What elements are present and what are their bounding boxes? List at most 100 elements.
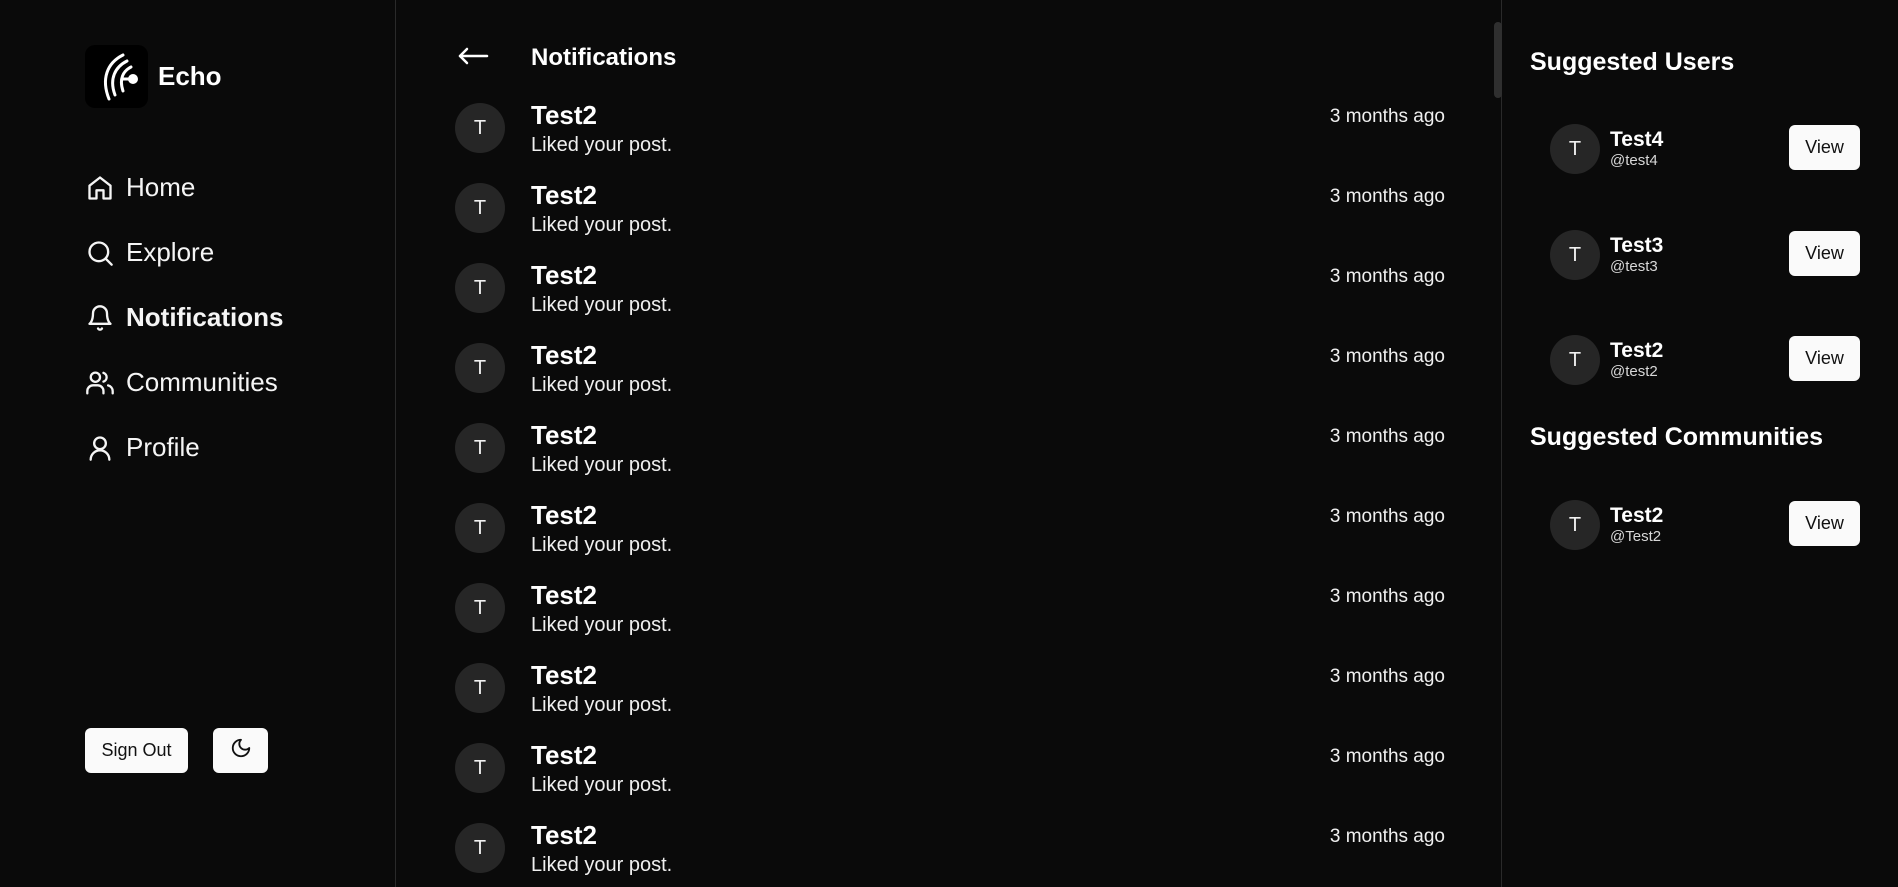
sidebar-footer: Sign Out	[85, 728, 268, 773]
brand[interactable]: Echo	[85, 45, 222, 108]
nav-item-explore[interactable]: Explore	[85, 220, 283, 285]
notification-item[interactable]: T Test2 Liked your post. 3 months ago	[455, 180, 1445, 260]
avatar: T	[455, 343, 505, 393]
echo-logo-icon	[85, 45, 148, 108]
nav-label-explore: Explore	[126, 237, 215, 267]
notification-user-name: Test2	[531, 820, 597, 850]
view-community-button[interactable]: View	[1789, 501, 1860, 546]
notification-time: 3 months ago	[1329, 666, 1445, 687]
suggested-community-name: Test2	[1610, 504, 1664, 527]
avatar: T	[1550, 335, 1600, 385]
notification-list: T Test2 Liked your post. 3 months ago T …	[455, 100, 1445, 887]
notification-text: Liked your post.	[531, 614, 673, 636]
avatar: T	[455, 103, 505, 153]
nav-item-communities[interactable]: Communities	[85, 350, 283, 415]
notification-time: 3 months ago	[1329, 426, 1445, 447]
notification-body: Test2 Liked your post.	[531, 580, 672, 660]
view-user-button[interactable]: View	[1789, 231, 1860, 276]
sign-out-button[interactable]: Sign Out	[85, 728, 188, 773]
nav-label-notifications: Notifications	[126, 302, 284, 332]
avatar: T	[455, 503, 505, 553]
notification-user-name: Test2	[531, 260, 597, 290]
page-title: Notifications	[531, 44, 677, 71]
avatar: T	[1550, 230, 1600, 280]
notification-text: Liked your post.	[531, 134, 673, 156]
notification-text: Liked your post.	[531, 214, 673, 236]
notification-item[interactable]: T Test2 Liked your post. 3 months ago	[455, 740, 1445, 820]
notification-user-name: Test2	[531, 420, 597, 450]
notification-time: 3 months ago	[1329, 506, 1445, 527]
main-scrollbar[interactable]	[1494, 22, 1502, 98]
notification-body: Test2 Liked your post.	[531, 100, 672, 180]
avatar: T	[455, 263, 505, 313]
user-icon	[85, 433, 115, 463]
notification-user-name: Test2	[531, 100, 597, 130]
notification-item[interactable]: T Test2 Liked your post. 3 months ago	[455, 660, 1445, 740]
notification-item[interactable]: T Test2 Liked your post. 3 months ago	[455, 820, 1445, 887]
notification-text: Liked your post.	[531, 854, 673, 876]
avatar: T	[455, 183, 505, 233]
suggested-user-item: T Test2 @test2 View	[1550, 335, 1860, 385]
notification-user-name: Test2	[531, 740, 597, 770]
notification-item[interactable]: T Test2 Liked your post. 3 months ago	[455, 340, 1445, 420]
suggested-user-info: Test3 @test3	[1610, 234, 1663, 276]
notification-time: 3 months ago	[1329, 346, 1445, 367]
theme-toggle-button[interactable]	[213, 728, 268, 773]
right-sidebar: Suggested Users T Test4 @test4 View T Te…	[1530, 0, 1898, 887]
notification-item[interactable]: T Test2 Liked your post. 3 months ago	[455, 580, 1445, 660]
home-icon	[85, 173, 115, 203]
avatar: T	[455, 423, 505, 473]
avatar: T	[455, 583, 505, 633]
nav-label-communities: Communities	[126, 367, 278, 397]
suggested-user-name: Test3	[1610, 234, 1664, 257]
notification-time: 3 months ago	[1329, 266, 1445, 287]
notification-body: Test2 Liked your post.	[531, 260, 672, 340]
suggested-user-handle: @test4	[1610, 152, 1658, 169]
search-icon	[85, 238, 115, 268]
nav-item-home[interactable]: Home	[85, 155, 283, 220]
view-user-button[interactable]: View	[1789, 125, 1860, 170]
back-button[interactable]	[455, 40, 491, 76]
suggested-user-name: Test2	[1610, 339, 1664, 362]
arrow-left-icon	[457, 46, 489, 71]
notification-user-name: Test2	[531, 660, 597, 690]
suggested-user-item: T Test4 @test4 View	[1550, 124, 1860, 174]
main-header: Notifications	[455, 38, 676, 78]
notification-body: Test2 Liked your post.	[531, 500, 672, 580]
avatar: T	[455, 823, 505, 873]
suggested-user-handle: @test3	[1610, 258, 1658, 275]
notification-body: Test2 Liked your post.	[531, 660, 672, 740]
notification-item[interactable]: T Test2 Liked your post. 3 months ago	[455, 420, 1445, 500]
notification-time: 3 months ago	[1329, 586, 1445, 607]
notification-time: 3 months ago	[1329, 746, 1445, 767]
nav-item-profile[interactable]: Profile	[85, 415, 283, 480]
brand-name: Echo	[158, 61, 222, 91]
bell-icon	[85, 303, 115, 333]
moon-icon	[230, 737, 252, 764]
notification-item[interactable]: T Test2 Liked your post. 3 months ago	[455, 260, 1445, 340]
notification-item[interactable]: T Test2 Liked your post. 3 months ago	[455, 100, 1445, 180]
suggested-community-item: T Test2 @Test2 View	[1550, 500, 1860, 550]
left-sidebar: Echo Home Explore Notifications Communit…	[0, 0, 396, 887]
avatar: T	[455, 663, 505, 713]
main-nav: Home Explore Notifications Communities P…	[85, 155, 283, 480]
view-user-button[interactable]: View	[1789, 336, 1860, 381]
notification-user-name: Test2	[531, 180, 597, 210]
suggested-user-name: Test4	[1610, 128, 1664, 151]
notification-text: Liked your post.	[531, 694, 673, 716]
nav-item-notifications[interactable]: Notifications	[85, 285, 283, 350]
notification-time: 3 months ago	[1329, 186, 1445, 207]
users-icon	[85, 368, 115, 398]
notification-text: Liked your post.	[531, 454, 673, 476]
notification-body: Test2 Liked your post.	[531, 180, 672, 260]
notification-user-name: Test2	[531, 580, 597, 610]
suggested-user-info: Test2 @test2	[1610, 339, 1663, 381]
suggested-community-handle: @Test2	[1610, 528, 1662, 545]
notification-time: 3 months ago	[1329, 106, 1445, 127]
main-content: Notifications T Test2 Liked your post. 3…	[397, 0, 1502, 887]
notification-user-name: Test2	[531, 340, 597, 370]
notification-text: Liked your post.	[531, 294, 673, 316]
notification-body: Test2 Liked your post.	[531, 740, 672, 820]
suggested-users-title: Suggested Users	[1530, 48, 1735, 76]
notification-item[interactable]: T Test2 Liked your post. 3 months ago	[455, 500, 1445, 580]
